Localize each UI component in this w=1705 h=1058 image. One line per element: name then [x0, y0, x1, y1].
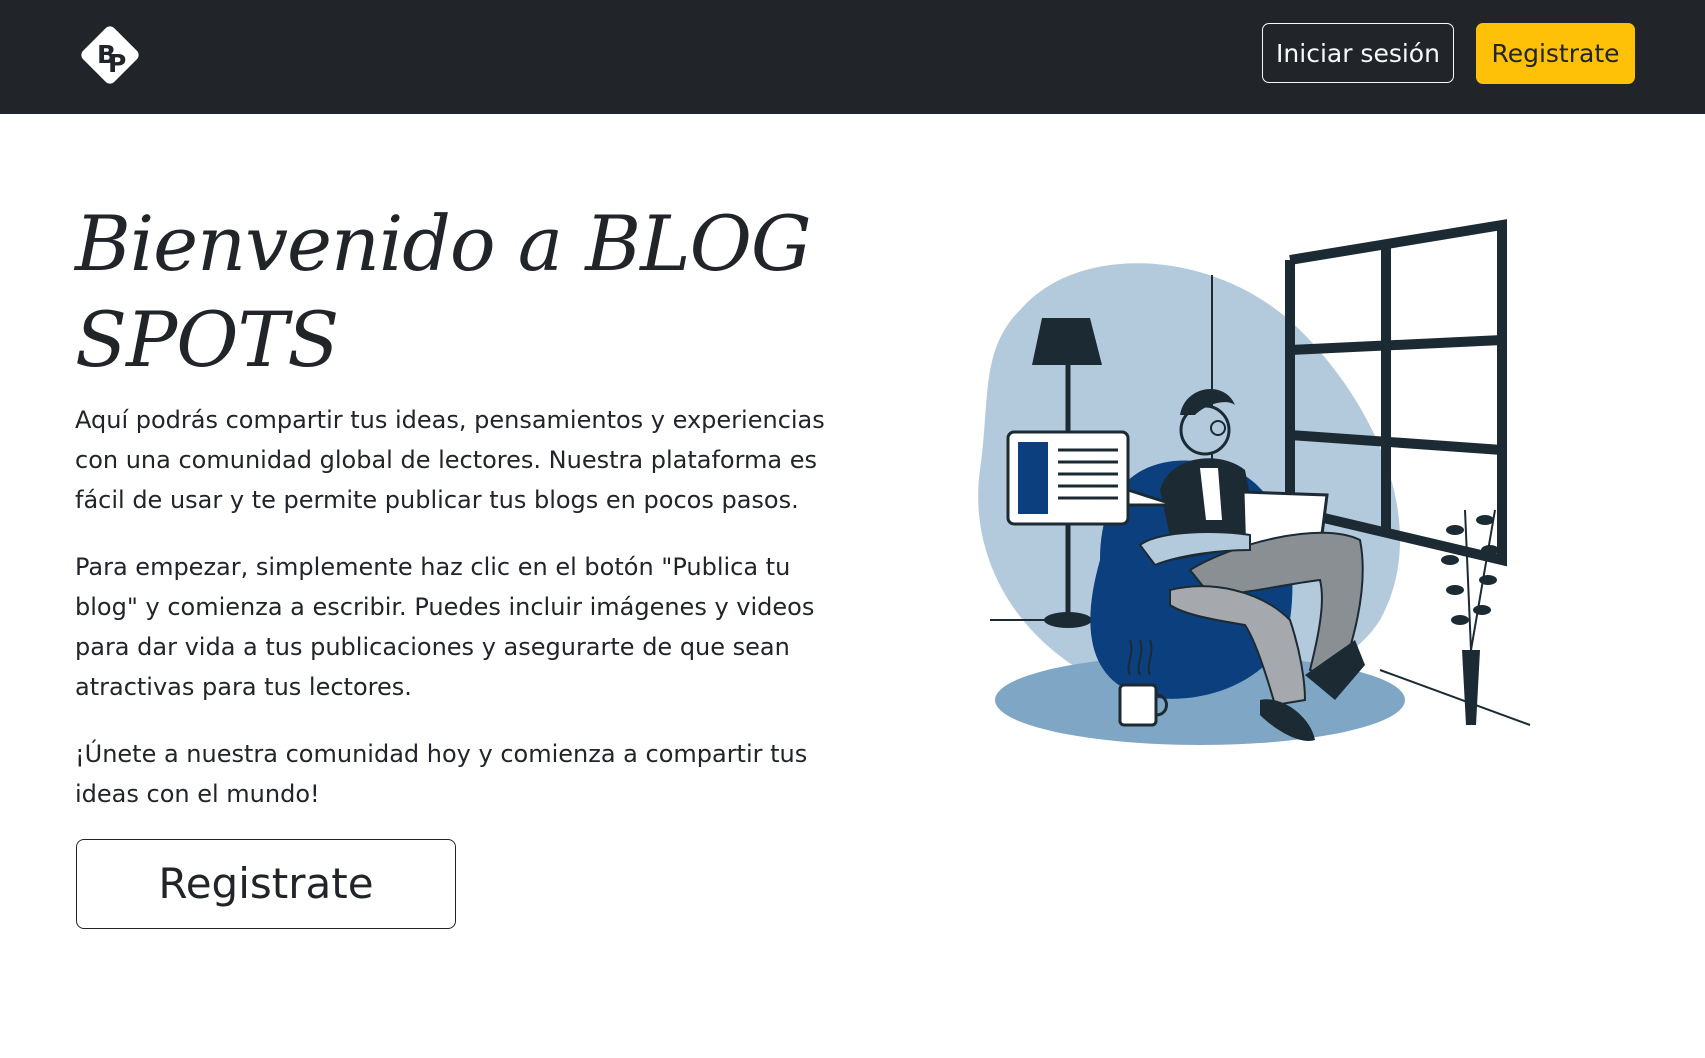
register-button-hero[interactable]: Registrate [76, 839, 456, 929]
man-reading-illustration [960, 200, 1560, 800]
top-navbar: B P Iniciar sesión Registrate [0, 0, 1705, 114]
svg-text:P: P [108, 49, 126, 78]
hero-paragraph-cta: ¡Únete a nuestra comunidad hoy y comienz… [75, 740, 808, 808]
login-button[interactable]: Iniciar sesión [1262, 23, 1454, 83]
register-button-nav[interactable]: Registrate [1476, 23, 1635, 84]
hero-paragraph-instructions: Para empezar, simplemente haz clic en el… [75, 553, 815, 701]
hero-title: Bienvenido a BLOG SPOTS [75, 199, 812, 384]
bp-logo-icon[interactable]: B P [75, 20, 145, 90]
hero-paragraph-intro: Aquí podrás compartir tus ideas, pensami… [75, 406, 825, 514]
